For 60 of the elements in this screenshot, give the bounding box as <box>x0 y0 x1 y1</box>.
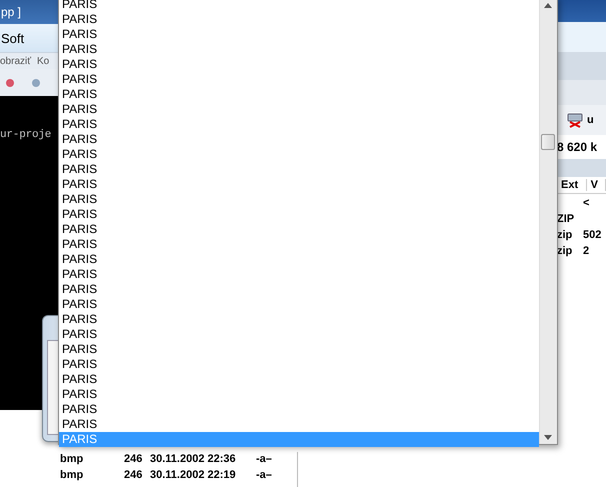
list-item[interactable]: PARIS <box>59 297 539 312</box>
list-item[interactable]: PARIS <box>59 162 539 177</box>
table-cell: bmp <box>60 469 84 481</box>
table-cell: zip <box>557 245 572 257</box>
disconnect-drive-icon[interactable] <box>567 112 583 128</box>
list-item[interactable]: PARIS <box>59 207 539 222</box>
console-text: ur-proje <box>0 129 52 141</box>
scroll-up-icon[interactable] <box>544 3 552 8</box>
list-item[interactable]: PARIS <box>59 72 539 87</box>
list-item[interactable]: PARIS <box>59 132 539 147</box>
window-title: pp ] <box>0 5 22 19</box>
table-cell: 246 <box>124 453 142 465</box>
list-item[interactable]: PARIS <box>59 327 539 342</box>
list-item[interactable]: PARIS <box>59 252 539 267</box>
list-item[interactable]: PARIS <box>59 117 539 132</box>
menu-bar <box>557 52 606 80</box>
list-item[interactable]: PARIS <box>59 192 539 207</box>
menu-item[interactable]: obraziť <box>0 56 31 66</box>
table-cell: 30.11.2002 22:36 <box>150 453 236 465</box>
list-item[interactable]: PARIS <box>59 102 539 117</box>
list-item[interactable]: PARIS <box>59 237 539 252</box>
list-item[interactable]: PARIS <box>59 417 539 432</box>
title-bar <box>557 0 606 22</box>
list-item[interactable]: PARIS <box>59 177 539 192</box>
table-cell: -a– <box>256 469 272 481</box>
column-header[interactable]: V <box>586 179 606 191</box>
list-item[interactable]: PARIS <box>59 27 539 42</box>
list-item[interactable]: PARIS <box>59 402 539 417</box>
table-cell: < <box>583 197 590 209</box>
list-item[interactable]: PARIS <box>59 357 539 372</box>
list-item[interactable]: PARIS <box>59 387 539 402</box>
menu-item[interactable]: Ko <box>37 56 50 66</box>
table-cell: 2 <box>583 245 590 257</box>
scrollbar[interactable] <box>539 0 557 444</box>
list-item[interactable]: PARIS <box>59 147 539 162</box>
scroll-thumb[interactable] <box>541 134 555 150</box>
table-cell: -a– <box>256 453 272 465</box>
table-cell: zip <box>557 229 572 241</box>
app-name: Soft <box>0 30 24 46</box>
scroll-down-icon[interactable] <box>544 435 552 440</box>
table-cell: 502 <box>583 229 602 241</box>
table-cell: 30.11.2002 22:19 <box>150 469 236 481</box>
list-item[interactable]: PARIS <box>59 222 539 237</box>
list-item[interactable]: PARIS <box>59 312 539 327</box>
list-item[interactable]: PARIS <box>59 282 539 297</box>
list-item[interactable]: PARIS <box>59 57 539 72</box>
list-item[interactable]: PARIS <box>59 12 539 27</box>
toolbar-label[interactable]: u <box>587 114 594 126</box>
list-item[interactable]: PARIS <box>59 42 539 57</box>
toolbar-icon[interactable] <box>6 78 14 86</box>
list-item[interactable]: PARIS <box>59 87 539 102</box>
table-cell: bmp <box>60 453 84 465</box>
list-item[interactable]: PARIS <box>59 372 539 387</box>
list-item[interactable]: PARIS <box>59 267 539 282</box>
table-cell: 246 <box>124 469 142 481</box>
app-header <box>557 22 606 52</box>
toolbar-icon[interactable] <box>32 78 40 86</box>
panel-header <box>557 159 606 177</box>
table-cell: ZIP <box>557 213 574 225</box>
list-item[interactable]: PARIS <box>59 342 539 357</box>
